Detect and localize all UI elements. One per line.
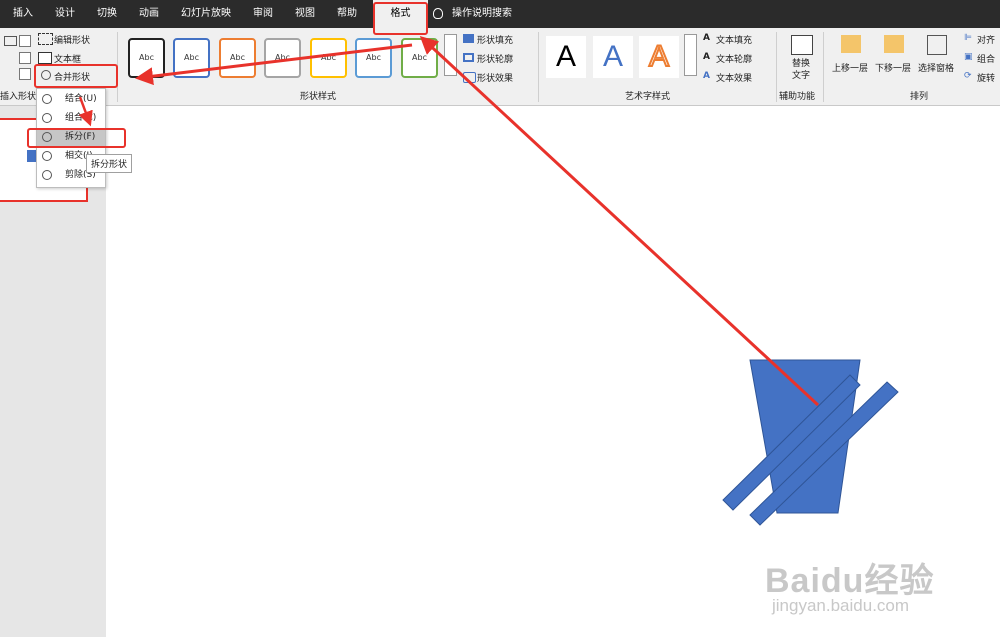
alt-text-button[interactable]: 替换文字 — [789, 58, 813, 82]
ribbon-tab-bar: 插入 设计 切换 动画 幻灯片放映 审阅 视图 帮助 格式 操作说明搜索 — [0, 0, 1000, 28]
alt-text-icon — [791, 35, 813, 55]
tell-me-search[interactable]: 操作说明搜索 — [452, 0, 522, 28]
shape-style-7[interactable]: Abc — [401, 38, 438, 78]
baidu-watermark: Baidu经验 — [765, 562, 935, 600]
merge-union-item[interactable]: 结合(U) — [37, 90, 105, 109]
tab-transitions[interactable]: 切换 — [92, 0, 122, 28]
shape-effects-icon — [463, 72, 476, 83]
shape-outline-button[interactable]: 形状轮廓 — [477, 52, 513, 65]
fragment-tooltip: 拆分形状 — [86, 154, 133, 173]
text-effects-button[interactable]: 文本效果 — [716, 71, 752, 84]
rectangle-shape-icon[interactable] — [4, 36, 17, 46]
bring-forward-icon — [841, 35, 861, 53]
send-backward-icon — [884, 35, 904, 53]
bring-forward-button[interactable]: 上移一层 — [832, 61, 868, 74]
union-icon — [42, 94, 52, 104]
tab-insert[interactable]: 插入 — [8, 0, 38, 28]
tab-design[interactable]: 设计 — [50, 0, 80, 28]
align-icon: ⊫ — [964, 33, 972, 43]
text-effects-icon: A — [703, 71, 710, 81]
accessibility-group-label: 辅助功能 — [779, 92, 816, 102]
shape-style-3[interactable]: Abc — [219, 38, 256, 78]
group-separator — [823, 32, 824, 102]
tab-slideshow[interactable]: 幻灯片放映 — [176, 0, 236, 28]
group-icon: ▣ — [964, 52, 973, 62]
send-backward-button[interactable]: 下移一层 — [875, 61, 911, 74]
shape-style-4[interactable]: Abc — [264, 38, 301, 78]
group-separator — [776, 32, 777, 102]
highlight-format-tab — [373, 2, 428, 35]
subtract-icon — [42, 170, 52, 180]
tab-help[interactable]: 帮助 — [332, 0, 362, 28]
wordart-style-3[interactable]: A — [639, 36, 679, 78]
shape-styles-gallery-scroll[interactable] — [444, 34, 457, 76]
pencil-icon — [463, 53, 474, 62]
wordart-style-1[interactable]: A — [546, 36, 586, 78]
shape-style-1[interactable]: Abc — [128, 38, 165, 78]
text-fill-icon: A — [703, 33, 710, 43]
shape-gallery-scroll-down[interactable] — [19, 52, 31, 64]
shape-gallery-more[interactable] — [19, 68, 31, 80]
text-fill-button[interactable]: 文本填充 — [716, 33, 752, 46]
shape-effects-button[interactable]: 形状效果 — [477, 71, 513, 84]
shape-style-5[interactable]: Abc — [310, 38, 347, 78]
watermark-url: jingyan.baidu.com — [772, 596, 910, 615]
edit-shape-button[interactable]: 编辑形状 — [54, 33, 90, 46]
tab-review[interactable]: 审阅 — [248, 0, 278, 28]
shape-style-6[interactable]: Abc — [355, 38, 392, 78]
shape-fill-button[interactable]: 形状填充 — [477, 33, 513, 46]
tab-animations[interactable]: 动画 — [134, 0, 164, 28]
edit-shape-icon — [38, 33, 53, 45]
combine-icon — [42, 113, 52, 123]
paint-bucket-icon — [463, 34, 474, 43]
merge-combine-label: 组合(C) — [65, 113, 97, 123]
merge-combine-item[interactable]: 组合(C) — [37, 109, 105, 128]
highlight-merge-shapes — [34, 64, 118, 88]
rotate-icon: ⟳ — [964, 71, 972, 81]
highlight-fragment-item — [27, 128, 126, 148]
text-outline-icon: A — [703, 52, 710, 62]
arrange-group-label: 排列 — [910, 92, 929, 102]
text-box-icon — [38, 52, 52, 64]
shape-styles-group-label: 形状样式 — [300, 92, 337, 102]
selection-pane-icon — [927, 35, 947, 55]
insert-shapes-group-label: 插入形状 — [0, 92, 37, 102]
rotate-button[interactable]: 旋转 — [977, 71, 995, 84]
wordart-style-2[interactable]: A — [593, 36, 633, 78]
wordart-gallery-scroll[interactable] — [684, 34, 697, 76]
lightbulb-icon — [433, 8, 443, 19]
text-outline-button[interactable]: 文本轮廓 — [716, 52, 752, 65]
intersect-icon — [42, 151, 52, 161]
merge-union-label: 结合(U) — [65, 94, 97, 104]
tab-view[interactable]: 视图 — [290, 0, 320, 28]
split-shapes-drawing[interactable] — [700, 350, 920, 530]
shape-style-2[interactable]: Abc — [173, 38, 210, 78]
group-separator — [538, 32, 539, 102]
selection-pane-button[interactable]: 选择窗格 — [918, 61, 954, 74]
group-button[interactable]: 组合 — [977, 52, 995, 65]
wordart-group-label: 艺术字样式 — [625, 92, 671, 102]
shape-gallery-scroll-up[interactable] — [19, 35, 31, 47]
align-button[interactable]: 对齐 — [977, 33, 995, 46]
